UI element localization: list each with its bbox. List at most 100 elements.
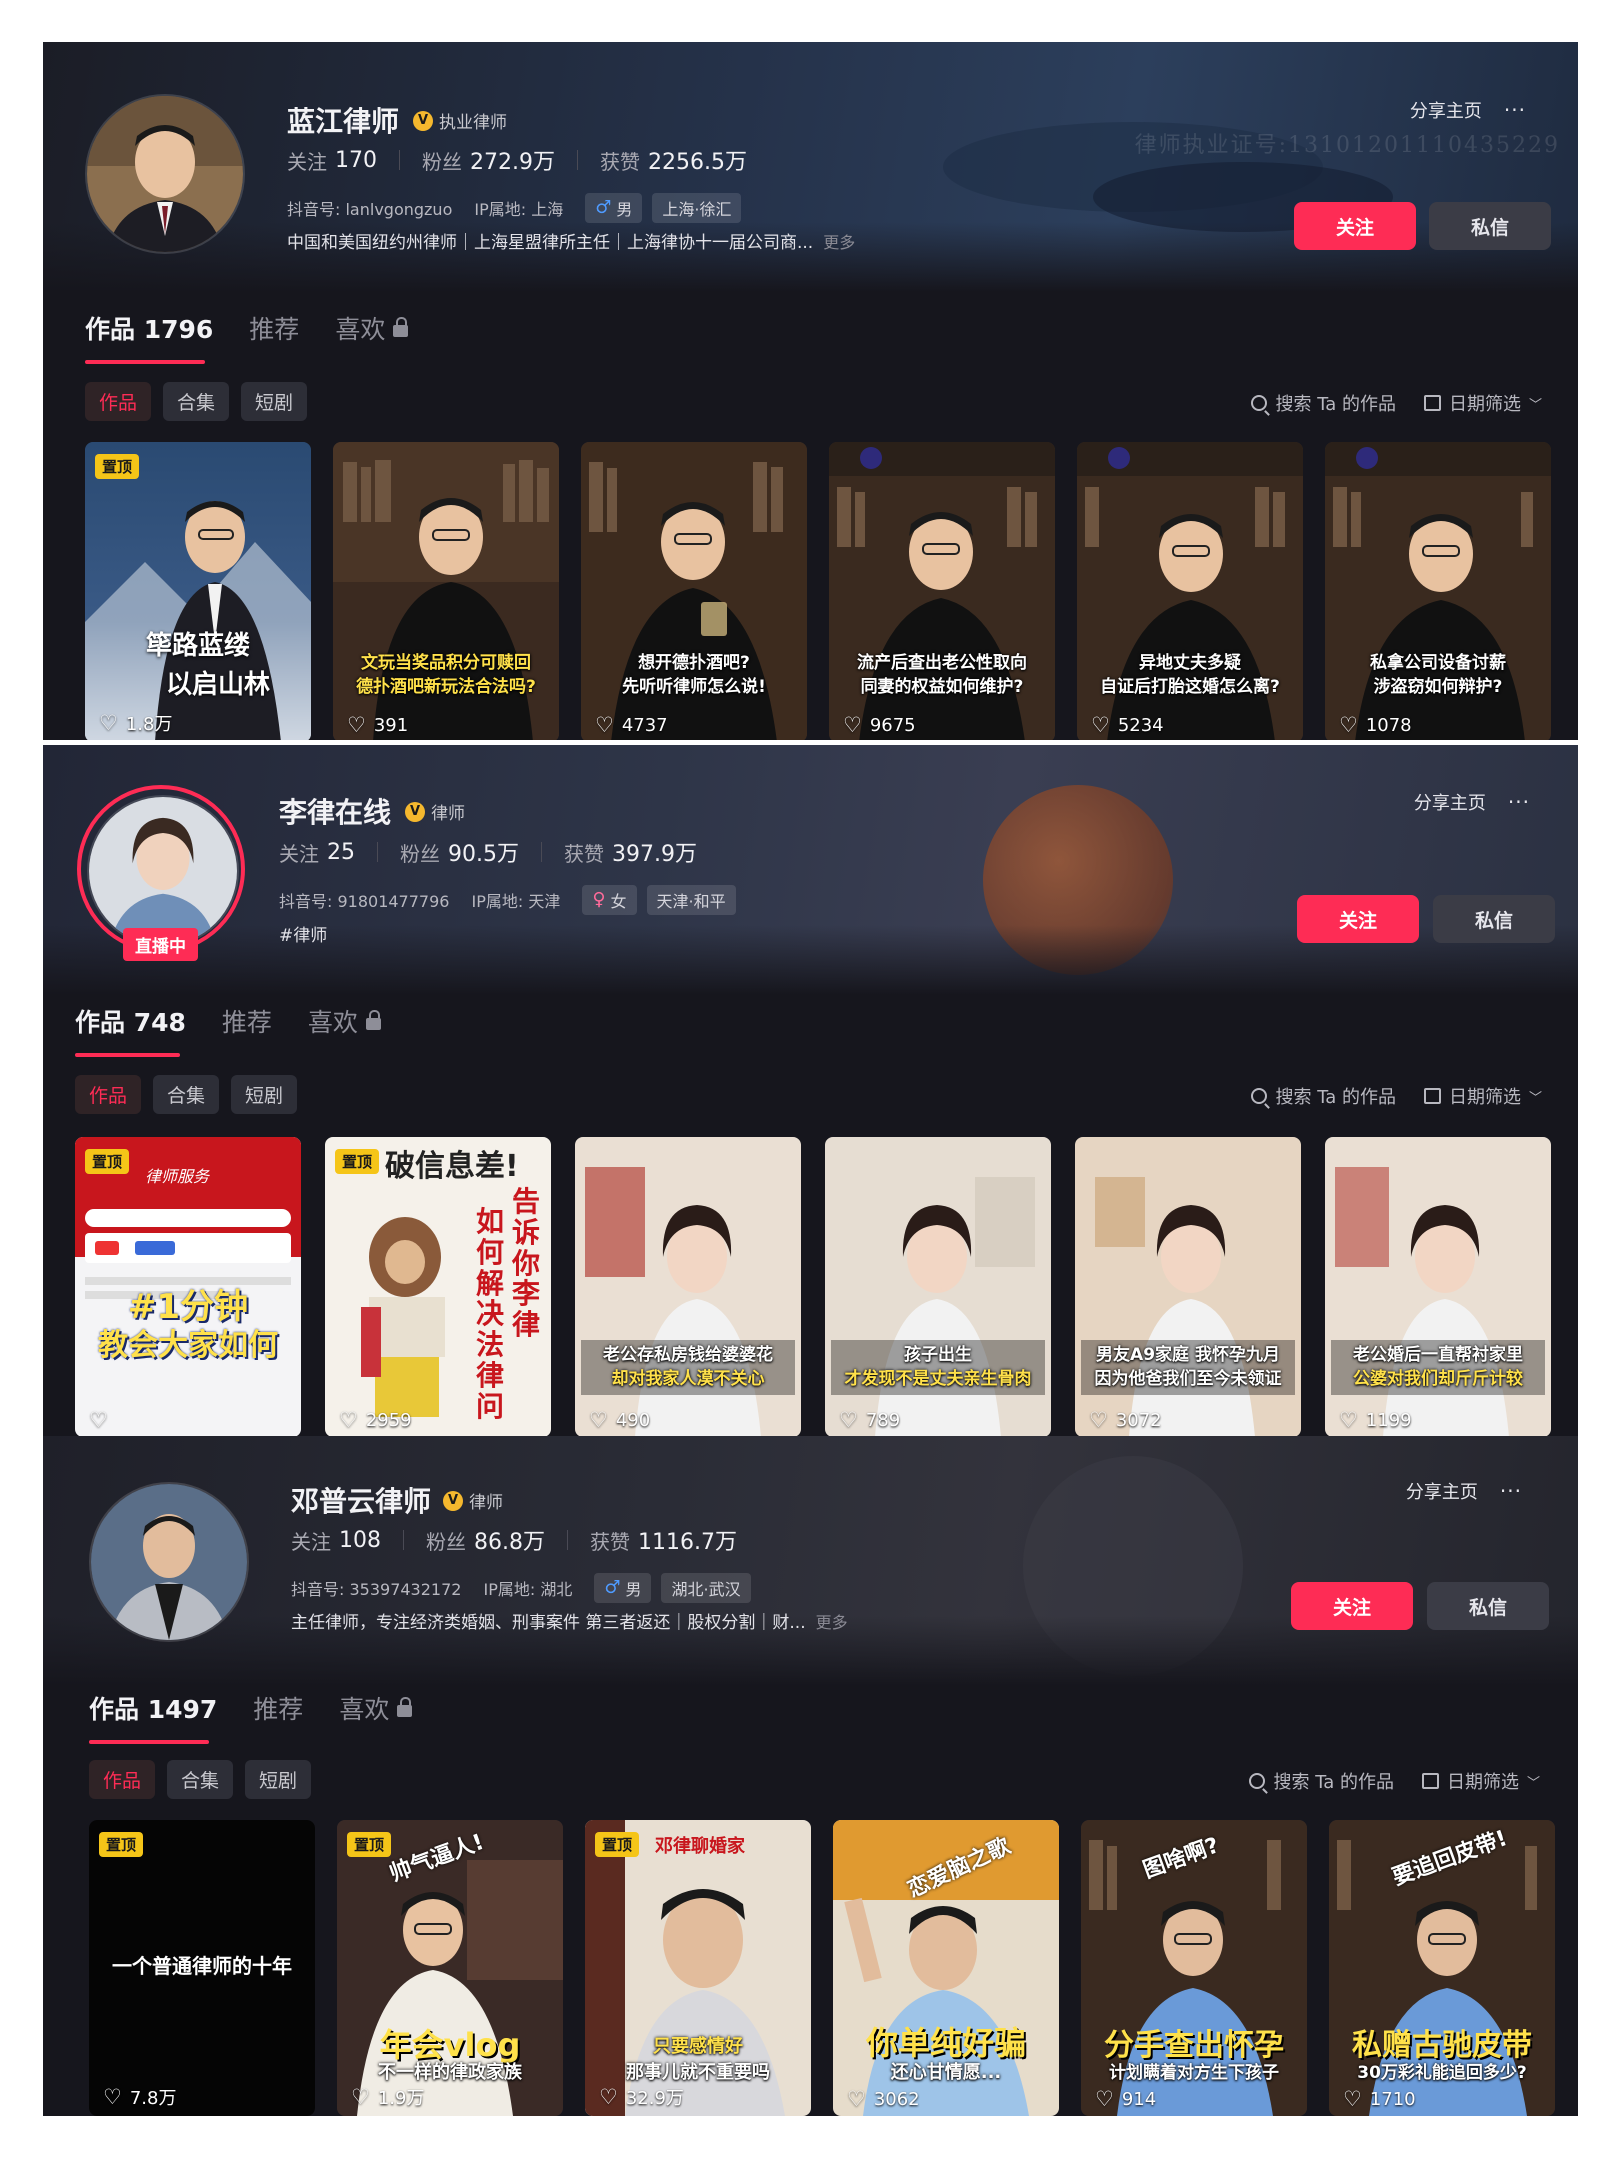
video-card[interactable]: 置顶 筚路蓝缕 以启山林 ♡ 1.8万: [85, 442, 311, 740]
subtab-collections[interactable]: 合集: [153, 1075, 220, 1114]
video-card[interactable]: 图啥啊? 分手查出怀孕 计划瞒着对方生下孩子 ♡ 914: [1081, 1820, 1307, 2116]
fans-count[interactable]: 86.8万: [474, 1524, 545, 1556]
subtab-works[interactable]: 作品: [85, 382, 152, 421]
subtab-works[interactable]: 作品: [89, 1760, 156, 1799]
video-likes: ♡ 4737: [595, 713, 668, 737]
search-works-button[interactable]: 搜索 Ta 的作品: [1251, 1083, 1396, 1109]
heart-icon: ♡: [347, 713, 366, 737]
tab-recommend[interactable]: 推荐: [222, 1003, 272, 1039]
tab-recommend[interactable]: 推荐: [249, 310, 299, 346]
gender-chip: ♂ 男: [585, 193, 643, 223]
message-button[interactable]: 私信: [1433, 895, 1555, 943]
pinned-badge: 置顶: [595, 1832, 640, 1857]
tab-works[interactable]: 作品 748: [75, 1003, 186, 1057]
subtab-works[interactable]: 作品: [75, 1075, 142, 1114]
fans-count[interactable]: 90.5万: [448, 836, 519, 868]
video-caption: 孩子出生 才发现不是丈夫亲生骨肉: [831, 1339, 1045, 1395]
following-label[interactable]: 关注: [279, 838, 319, 867]
following-label[interactable]: 关注: [287, 146, 327, 175]
works-tools: 搜索 Ta 的作品 日期筛选 ﹀: [1249, 1768, 1540, 1794]
more-options-icon[interactable]: ···: [1500, 1479, 1522, 1503]
share-profile-button[interactable]: 分享主页: [1406, 1478, 1478, 1504]
video-likes: ♡ 9675: [843, 713, 916, 737]
verified-label: 律师: [469, 1493, 503, 1513]
video-likes: ♡ 789: [839, 1408, 901, 1432]
tab-liked[interactable]: 喜欢: [335, 310, 409, 346]
search-works-button[interactable]: 搜索 Ta 的作品: [1249, 1768, 1394, 1794]
douyin-id: 抖音号: lanlvgongzuo: [287, 200, 453, 219]
following-count[interactable]: 25: [327, 840, 355, 865]
following-count[interactable]: 170: [335, 148, 377, 173]
video-card[interactable]: 置顶 邓律聊婚家 只要感情好 那事儿就不重要吗 ♡ 32.9万: [585, 1820, 811, 2116]
pinned-badge: 置顶: [347, 1832, 392, 1857]
video-card[interactable]: 孩子出生 才发现不是丈夫亲生骨肉 ♡ 789: [825, 1137, 1051, 1437]
subtab-collections[interactable]: 合集: [167, 1760, 234, 1799]
tab-liked[interactable]: 喜欢: [308, 1003, 381, 1039]
fans-label[interactable]: 粉丝: [400, 838, 440, 867]
live-badge[interactable]: 直播中: [123, 928, 198, 961]
ip-location: IP属地: 天津: [471, 892, 561, 911]
profile-meta: 抖音号: 35397432172 IP属地: 湖北 ♂ 男 湖北·武汉: [291, 1573, 761, 1603]
bio-more-link[interactable]: 更多: [823, 233, 855, 252]
heart-icon: ♡: [89, 1408, 108, 1432]
tab-liked[interactable]: 喜欢: [339, 1690, 413, 1726]
subtab-collections[interactable]: 合集: [163, 382, 230, 421]
female-icon: ♀: [592, 889, 606, 910]
follow-button[interactable]: 关注: [1291, 1582, 1413, 1630]
video-card[interactable]: 老公存私房钱给婆婆花 却对我家人漠不关心 ♡ 490: [575, 1137, 801, 1437]
video-card[interactable]: 想开德扑酒吧? 先听听律师怎么说! ♡ 4737: [581, 442, 807, 740]
message-button[interactable]: 私信: [1429, 202, 1551, 250]
lock-icon: [397, 1697, 413, 1717]
fans-label[interactable]: 粉丝: [422, 146, 462, 175]
video-title-2: 如何解决法律问: [475, 1205, 504, 1423]
video-card[interactable]: 恋爱脑之歌 你单纯好骗 还心甘情愿... ♡ 3062: [833, 1820, 1059, 2116]
follow-button[interactable]: 关注: [1294, 202, 1416, 250]
video-card[interactable]: 置顶 破信息差! 告诉你李律 如何解决法律问 ♡ 2959: [325, 1137, 551, 1437]
subtab-short-drama[interactable]: 短剧: [231, 1075, 298, 1114]
profile-stats: 关注 108 粉丝 86.8万 获赞 1116.7万: [291, 1524, 737, 1556]
share-profile-button[interactable]: 分享主页: [1414, 789, 1486, 815]
douyin-id: 抖音号: 35397432172: [291, 1580, 462, 1599]
video-title: 分手查出怀孕: [1104, 2028, 1284, 2063]
video-card[interactable]: 男友A9家庭 我怀孕九月 因为他爸我们至今未领证 ♡ 3072: [1075, 1137, 1301, 1437]
avatar[interactable]: [87, 795, 239, 947]
tab-works[interactable]: 作品 1497: [89, 1690, 217, 1744]
more-options-icon[interactable]: ···: [1504, 98, 1526, 122]
subtab-short-drama[interactable]: 短剧: [241, 382, 308, 421]
video-card[interactable]: 文玩当奖品积分可赎回 德扑酒吧新玩法合法吗? ♡ 391: [333, 442, 559, 740]
search-works-button[interactable]: 搜索 Ta 的作品: [1251, 390, 1396, 416]
message-button[interactable]: 私信: [1427, 1582, 1549, 1630]
video-card[interactable]: 要追回皮带! 私赠古驰皮带 30万彩礼能追回多少? ♡ 1710: [1329, 1820, 1555, 2116]
tab-recommend[interactable]: 推荐: [253, 1690, 303, 1726]
tab-works[interactable]: 作品 1796: [85, 310, 213, 364]
avatar[interactable]: [85, 94, 245, 254]
heart-icon: ♡: [1091, 713, 1110, 737]
profile-panel-lanjiang: 律师执业证号:13101201110435229 蓝江律师 V 执业律师 关注 …: [43, 42, 1578, 740]
video-card[interactable]: 置顶 一个普通律师的十年 ♡ 7.8万: [89, 1820, 315, 2116]
video-card[interactable]: 置顶 帅气逼人! 年会vlog 不一样的律政家族 ♡ 1.9万: [337, 1820, 563, 2116]
fans-count[interactable]: 272.9万: [470, 144, 555, 176]
bio-more-link[interactable]: 更多: [816, 1613, 848, 1632]
verified-icon: V: [405, 801, 425, 822]
video-card[interactable]: 老公婚后一直帮衬家里 公婆对我们却斤斤计较 ♡ 1199: [1325, 1137, 1551, 1437]
fans-label[interactable]: 粉丝: [426, 1526, 466, 1555]
more-options-icon[interactable]: ···: [1508, 790, 1530, 814]
follow-button[interactable]: 关注: [1297, 895, 1419, 943]
date-filter-dropdown[interactable]: 日期筛选 ﹀: [1423, 1083, 1542, 1109]
video-card[interactable]: 私拿公司设备讨薪 涉盗窃如何辩护? ♡ 1078: [1325, 442, 1551, 740]
heart-icon: ♡: [351, 2084, 370, 2109]
verified-badge: V 律师: [443, 1488, 503, 1513]
share-profile-button[interactable]: 分享主页: [1410, 97, 1482, 123]
date-filter-dropdown[interactable]: 日期筛选 ﹀: [1423, 390, 1542, 416]
bio-text[interactable]: #律师: [279, 926, 327, 946]
avatar[interactable]: [89, 1482, 249, 1642]
following-label[interactable]: 关注: [291, 1526, 331, 1555]
video-card[interactable]: 置顶 律师服务 #1分钟 教会大家如何 ♡: [75, 1137, 301, 1437]
date-filter-dropdown[interactable]: 日期筛选 ﹀: [1421, 1768, 1540, 1794]
subtab-short-drama[interactable]: 短剧: [245, 1760, 312, 1799]
video-card[interactable]: 流产后查出老公性取向 同妻的权益如何维护? ♡ 9675: [829, 442, 1055, 740]
video-likes: ♡ 1199: [1339, 1408, 1412, 1432]
video-likes: ♡: [89, 1410, 116, 1431]
following-count[interactable]: 108: [339, 1528, 381, 1553]
video-card[interactable]: 异地丈夫多疑 自证后打胎这婚怎么离? ♡ 5234: [1077, 442, 1303, 740]
